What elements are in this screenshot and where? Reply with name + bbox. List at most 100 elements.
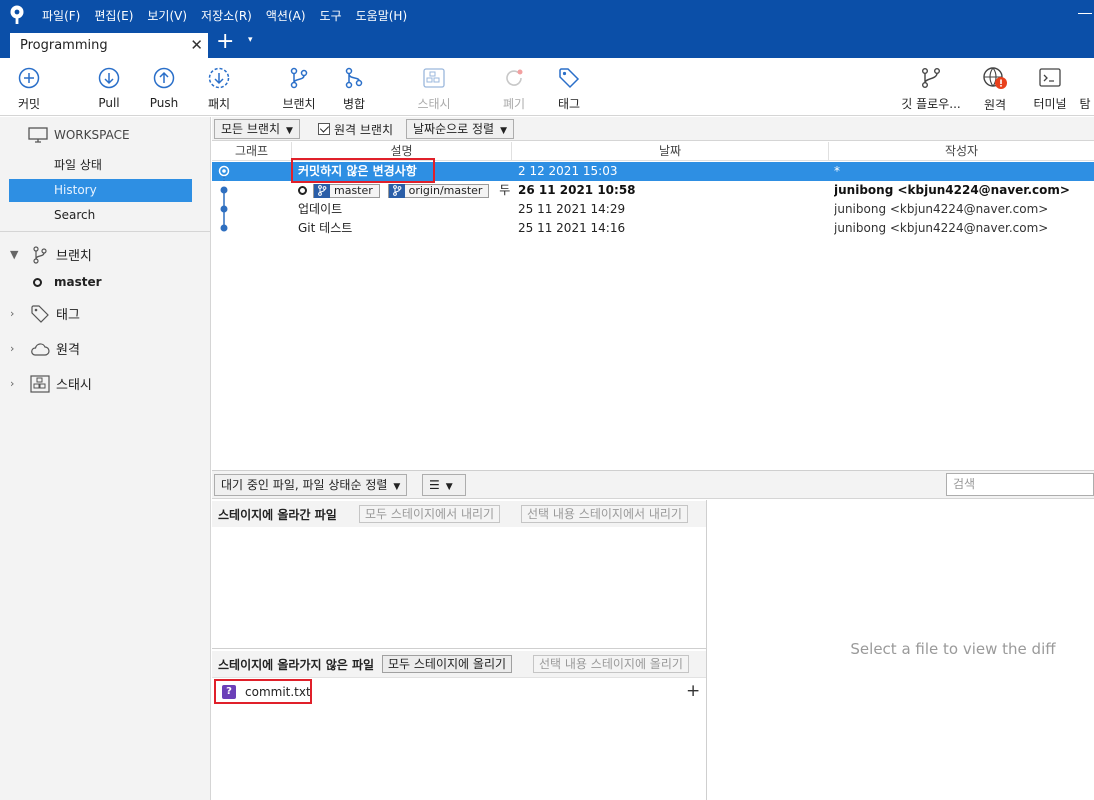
commit-row[interactable]: master origin/master 두 26 11 2021 10:58 … [212,181,1094,200]
menu-repository[interactable]: 저장소(R) [201,7,252,24]
sidebar-branch-master[interactable]: master [33,275,102,289]
commit-date: 25 11 2021 14:29 [518,202,626,216]
discard-button[interactable]: 폐기 [486,66,542,112]
sidebar-group-stashes[interactable]: › 스태시 [10,374,92,393]
commit-row[interactable]: Git 테스트 25 11 2021 14:16 junibong <kbjun… [212,219,1094,238]
graph-node [220,205,228,213]
terminal-icon [1039,66,1061,89]
unstage-all-button[interactable]: 모두 스테이지에서 내리기 [359,505,501,523]
highlight-box [214,679,312,704]
stage-selected-button[interactable]: 선택 내용 스테이지에 올리기 [533,655,689,673]
sidebar-item-history[interactable]: History [9,179,192,202]
tag-button[interactable]: 태그 [541,66,597,112]
pane-splitter[interactable] [706,500,707,800]
commit-author: junibong <kbjun4224@naver.com> [834,183,1070,197]
new-tab-button[interactable]: + [216,31,234,55]
menu-actions[interactable]: 액션(A) [266,7,306,24]
menu-edit[interactable]: 편집(E) [94,7,133,24]
discard-icon [503,66,525,89]
sidebar-item-file-status[interactable]: 파일 상태 [9,154,192,177]
fetch-button[interactable]: 패치 [191,66,247,112]
file-search-input[interactable]: 검색 [946,473,1094,496]
tab-programming[interactable]: Programming ✕ [10,33,208,58]
branch-tag-origin-master[interactable]: origin/master [387,183,490,198]
remote-label: 원격 [983,98,1007,112]
chevron-right-icon[interactable]: › [10,377,22,390]
push-label: Push [149,96,179,110]
commit-date: 25 11 2021 14:16 [518,221,626,235]
file-sort-dropdown[interactable]: 대기 중인 파일, 파일 상태순 정렬 ▼ [214,474,408,496]
pane-splitter[interactable] [212,648,706,649]
globe-icon [982,66,1008,90]
remote-branches-checkbox[interactable]: 원격 브랜치 [318,119,393,139]
pull-button[interactable]: Pull [81,66,137,112]
staged-files-title: 스테이지에 올라간 파일 [218,507,337,522]
checkbox-checked-icon[interactable] [318,123,330,135]
tab-close-icon[interactable]: ✕ [190,37,203,53]
stage-file-plus-icon[interactable]: + [686,683,700,700]
chevron-right-icon[interactable]: › [10,307,22,320]
branch-label: 브랜치 [282,97,316,111]
tab-list-dropdown-icon[interactable]: ▾ [248,35,253,45]
chevron-down-icon[interactable]: ▼ [10,248,22,261]
column-graph[interactable]: 그래프 [212,142,292,161]
merge-label: 병합 [342,97,366,111]
chevron-down-icon: ▼ [500,126,508,136]
menu-file[interactable]: 파일(F) [42,7,80,24]
chevron-right-icon[interactable]: › [10,342,22,355]
commit-row[interactable]: 업데이트 25 11 2021 14:29 junibong <kbjun422… [212,200,1094,219]
discard-label: 폐기 [502,97,526,111]
sidebar-group-branches[interactable]: ▼ 브랜치 [10,245,92,264]
remote-branches-label: 원격 브랜치 [334,122,394,137]
staged-files-header: 스테이지에 올라간 파일 모두 스테이지에서 내리기 선택 내용 스테이지에서 … [212,501,706,527]
file-sort-value: 대기 중인 파일, 파일 상태순 정렬 [221,478,388,492]
stage-all-button[interactable]: 모두 스테이지에 올리기 [382,655,513,673]
sidebar-divider [0,231,211,232]
sidebar-group-tags[interactable]: › 태그 [10,304,80,323]
branch-filter-dropdown[interactable]: 모든 브랜치 ▼ [214,119,300,139]
tag-label: 태그 [557,97,581,111]
monitor-icon [28,127,48,143]
commit-label: 커밋 [17,97,41,111]
view-mode-dropdown[interactable]: ☰ ▼ [422,474,466,496]
column-date[interactable]: 날짜 [512,142,829,161]
commit-author: junibong <kbjun4224@naver.com> [834,221,1049,235]
fetch-label: 패치 [207,97,231,111]
unstaged-files-title: 스테이지에 올라가지 않은 파일 [218,657,375,672]
column-author[interactable]: 작성자 [829,142,1094,161]
menu-help[interactable]: 도움말(H) [356,7,408,24]
terminal-button[interactable]: 터미널 [1022,66,1078,112]
chevron-down-icon: ▼ [393,482,401,492]
terminal-label: 터미널 [1033,97,1067,111]
tag-icon [558,66,580,89]
explorer-button[interactable]: 탐 [1076,66,1094,112]
head-indicator-icon [298,186,307,195]
chevron-down-icon: ▼ [445,482,453,492]
branch-icon [314,183,330,198]
branch-tag-master[interactable]: master [313,183,380,198]
commit-description: master origin/master 두 [298,181,514,200]
unstage-selected-button[interactable]: 선택 내용 스테이지에서 내리기 [521,505,688,523]
minimize-button[interactable] [1078,13,1092,14]
branch-icon [28,245,52,264]
gitflow-button[interactable]: 깃 플로우... [898,66,964,112]
commit-button[interactable]: 커밋 [1,66,57,112]
sidebar-group-remotes[interactable]: › 원격 [10,339,80,358]
merge-button[interactable]: 병합 [326,66,382,112]
tab-title: Programming [20,38,108,53]
commit-author: * [834,164,840,178]
push-button[interactable]: Push [136,66,192,112]
menu-tools[interactable]: 도구 [320,7,342,24]
remote-button[interactable]: 원격 [967,66,1023,112]
branch-button[interactable]: 브랜치 [271,66,327,112]
commit-author: junibong <kbjun4224@naver.com> [834,202,1049,216]
menu-view[interactable]: 보기(V) [147,7,187,24]
fetch-icon [208,66,230,89]
stash-icon [423,66,445,89]
sidebar-item-search[interactable]: Search [9,204,192,227]
sort-value: 날짜순으로 정렬 [413,122,495,136]
stash-button[interactable]: 스태시 [406,66,462,112]
menu-bar: 파일(F) 편집(E) 보기(V) 저장소(R) 액션(A) 도구 도움말(H) [0,0,1094,30]
sort-dropdown[interactable]: 날짜순으로 정렬 ▼ [406,119,515,139]
toolbar: 커밋 Pull Push 패치 브랜치 병합 스태시 폐기 태그 깃 플로우..… [0,58,1094,116]
